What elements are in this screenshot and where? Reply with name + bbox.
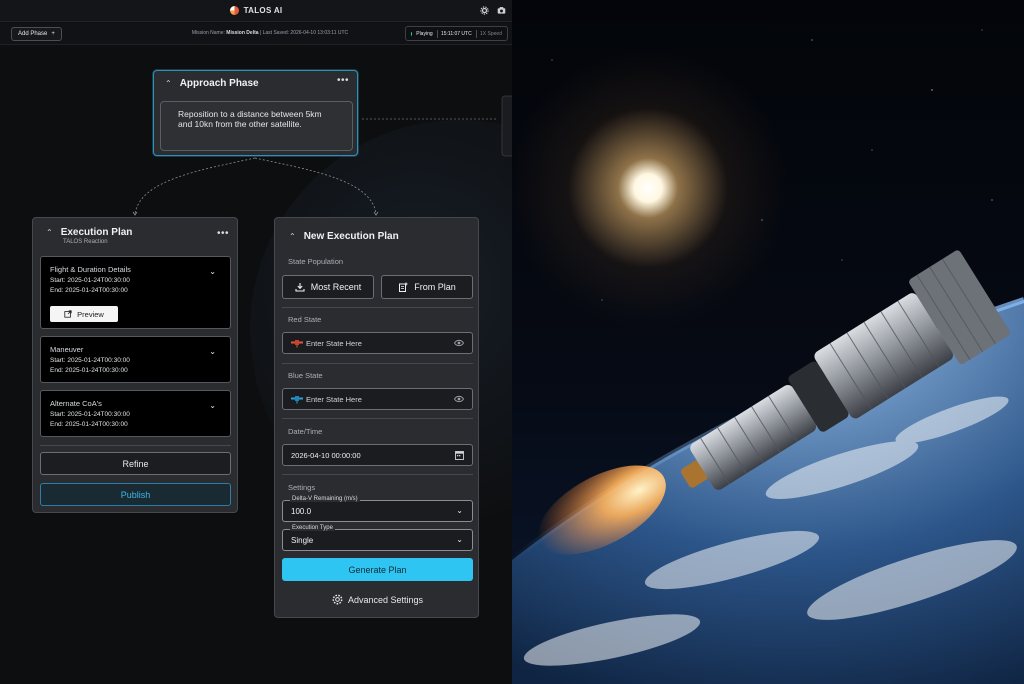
blue-satellite-icon	[291, 396, 303, 404]
most-recent-button[interactable]: Most Recent	[282, 275, 374, 299]
panel-title: Flight & Duration Details	[50, 265, 131, 274]
settings-icon[interactable]	[480, 6, 489, 15]
blue-state-input[interactable]: Enter State Here	[282, 388, 473, 410]
blue-state-placeholder: Enter State Here	[306, 394, 362, 404]
new-execution-plan-header: ⌃ New Execution Plan	[289, 231, 399, 242]
preview-label: Preview	[77, 309, 104, 319]
advanced-settings-label: Advanced Settings	[347, 594, 424, 605]
sim-speed[interactable]: 1X Speed	[480, 31, 502, 37]
approach-phase-title: Approach Phase	[179, 78, 259, 89]
red-state-label: Red State	[288, 315, 322, 324]
more-options-icon[interactable]: •••	[217, 229, 229, 239]
more-options-icon[interactable]: •••	[337, 76, 349, 86]
collapse-chevron-icon[interactable]: ⌃	[165, 79, 172, 88]
delta-v-label: Delta-V Remaining (m/s)	[290, 496, 360, 502]
publish-button[interactable]: Publish	[40, 483, 231, 506]
red-state-input[interactable]: Enter State Here	[282, 332, 473, 354]
playback-status[interactable]: Playing 15:11:07 UTC 1X Speed	[405, 26, 508, 41]
panel-end: End: 2025-01-24T00:30:00	[50, 287, 128, 294]
settings-label: Settings	[288, 483, 316, 492]
panel-start: Start: 2025-01-24T00:30:00	[50, 357, 130, 364]
space-scene-image	[512, 0, 1024, 684]
spacecraft-earth-illustration	[512, 29, 1024, 684]
download-icon	[295, 283, 305, 292]
mission-info: Mission Name: Mission Delta | Last Saved…	[170, 30, 370, 36]
maneuver-panel[interactable]: Maneuver Start: 2025-01-24T00:30:00 End:…	[40, 336, 231, 383]
approach-phase-description: Reposition to a distance between 5km and…	[160, 101, 353, 151]
gear-icon	[332, 594, 343, 605]
app-pane: TALOS AI Add Phase + Mission Name: Missi…	[0, 0, 512, 684]
datetime-label: Date/Time	[288, 427, 323, 436]
plus-icon: +	[51, 31, 55, 37]
most-recent-label: Most Recent	[310, 282, 362, 292]
collapse-chevron-icon[interactable]: ⌃	[289, 232, 296, 241]
panel-end: End: 2025-01-24T00:30:00	[50, 367, 128, 374]
blue-state-label: Blue State	[288, 371, 323, 380]
eye-icon[interactable]	[453, 338, 465, 350]
delta-v-select[interactable]: Delta-V Remaining (m/s) 100.0 ⌄	[282, 496, 473, 522]
brand: TALOS AI	[229, 6, 283, 15]
camera-icon[interactable]	[497, 6, 506, 15]
divider	[40, 445, 231, 446]
generate-plan-button[interactable]: Generate Plan	[282, 558, 473, 581]
divider	[282, 363, 473, 364]
execution-type-value: Single	[291, 536, 314, 545]
alternate-coa-panel[interactable]: Alternate CoA's Start: 2025-01-24T00:30:…	[40, 390, 231, 437]
add-phase-label: Add Phase	[18, 31, 48, 37]
execution-plan-title: Execution Plan	[60, 227, 133, 238]
expand-chevron-icon[interactable]: ⌄	[209, 401, 216, 410]
top-icons	[480, 6, 506, 15]
approach-phase-card[interactable]: ⌃ Approach Phase ••• Reposition to a dis…	[153, 70, 358, 156]
datetime-input[interactable]: 2026-04-10 00:00:00	[282, 444, 473, 466]
execution-type-select[interactable]: Execution Type Single ⌄	[282, 525, 473, 551]
datetime-value: 2026-04-10 00:00:00	[291, 450, 361, 460]
panel-title: Maneuver	[50, 345, 84, 354]
mission-name-label: Mission Name:	[191, 30, 225, 36]
app-title: TALOS AI	[243, 6, 283, 15]
execution-plan-subtitle: TALOS Reaction	[63, 239, 108, 245]
state-population-label: State Population	[288, 257, 344, 266]
new-execution-plan-title: New Execution Plan	[303, 231, 399, 242]
divider	[282, 474, 473, 475]
execution-plan-card: ⌃ Execution Plan TALOS Reaction ••• Flig…	[32, 217, 238, 513]
external-link-icon	[64, 310, 72, 318]
talos-logo-icon	[229, 6, 239, 15]
new-execution-plan-card: ⌃ New Execution Plan State Population Mo…	[274, 217, 479, 618]
panel-title: Alternate CoA's	[50, 399, 102, 408]
divider	[282, 307, 473, 308]
delta-v-value: 100.0	[291, 507, 312, 516]
playback-state: Playing	[416, 30, 433, 37]
status-dot-icon	[411, 31, 413, 36]
panel-start: Start: 2025-01-24T00:30:00	[50, 277, 130, 284]
top-bar: TALOS AI	[0, 0, 512, 22]
add-phase-button[interactable]: Add Phase +	[11, 27, 62, 41]
document-add-icon	[399, 282, 408, 292]
collapse-chevron-icon[interactable]: ⌃	[46, 228, 53, 237]
red-satellite-icon	[291, 340, 303, 348]
dropdown-chevron-icon[interactable]: ⌄	[456, 506, 463, 515]
refine-button[interactable]: Refine	[40, 452, 231, 475]
eye-icon[interactable]	[453, 394, 465, 406]
divider	[282, 418, 473, 419]
last-saved-label: Last Saved:	[262, 30, 290, 36]
execution-type-label: Execution Type	[290, 525, 335, 531]
expand-chevron-icon[interactable]: ⌄	[209, 267, 216, 276]
expand-chevron-icon[interactable]: ⌄	[209, 347, 216, 356]
calendar-icon[interactable]	[455, 450, 464, 462]
panel-end: End: 2025-01-24T00:30:00	[50, 421, 128, 428]
approach-phase-header: ⌃ Approach Phase	[165, 78, 259, 89]
dropdown-chevron-icon[interactable]: ⌄	[456, 535, 463, 544]
from-plan-button[interactable]: From Plan	[381, 275, 473, 299]
last-saved-value: 2026-04-10 13:03:11 UTC	[290, 30, 349, 36]
panel-start: Start: 2025-01-24T00:30:00	[50, 411, 130, 418]
execution-plan-header: ⌃ Execution Plan	[46, 227, 132, 238]
advanced-settings-link[interactable]: Advanced Settings	[275, 594, 480, 605]
mission-name: Mission Delta	[226, 30, 259, 36]
red-state-placeholder: Enter State Here	[306, 338, 362, 348]
sim-clock: 15:11:07 UTC	[440, 30, 472, 37]
mission-bar: Add Phase + Mission Name: Mission Delta …	[0, 23, 512, 45]
preview-button[interactable]: Preview	[50, 306, 118, 322]
from-plan-label: From Plan	[414, 282, 456, 292]
flight-duration-panel[interactable]: Flight & Duration Details Start: 2025-01…	[40, 256, 231, 329]
